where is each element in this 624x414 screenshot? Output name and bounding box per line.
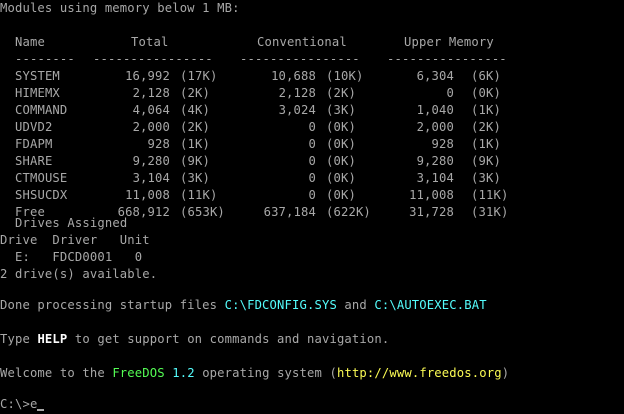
col-header-conventional: Conventional [257, 35, 347, 49]
cell-upper: 31,728 [409, 205, 454, 219]
freedos-url: http://www.freedos.org [336, 366, 502, 380]
cell-total: 2,000 [132, 120, 170, 134]
cell-name: FDAPM [15, 137, 53, 151]
command-prompt[interactable]: C:\>e [0, 396, 45, 413]
help-line: Type HELP to get support on commands and… [0, 332, 390, 346]
cell-conv-k: (2K) [326, 86, 356, 100]
cell-total-k: (4K) [180, 103, 210, 117]
cell-name: SHARE [15, 154, 53, 168]
config-sys-path: C:\FDCONFIG.SYS [224, 298, 337, 312]
cell-upper: 9,280 [416, 154, 454, 168]
cell-name: SYSTEM [15, 69, 60, 83]
dos-console[interactable]: Modules using memory below 1 MB: Name To… [0, 0, 624, 414]
cell-total-k: (11K) [180, 188, 218, 202]
underline-name: -------- [15, 52, 75, 66]
cell-conv: 0 [308, 120, 316, 134]
cell-total: 9,280 [132, 154, 170, 168]
cell-conv-k: (3K) [326, 103, 356, 117]
cell-upper-k: (2K) [471, 120, 501, 134]
prompt-input[interactable]: e [30, 397, 38, 411]
cell-upper-k: (11K) [471, 188, 509, 202]
drives-header: Drive Driver Unit [0, 233, 150, 247]
help-keyword: HELP [37, 332, 68, 346]
drives-available: 2 drive(s) available. [0, 267, 158, 281]
cell-conv-k: (0K) [326, 171, 356, 185]
cell-total-k: (2K) [180, 86, 210, 100]
table-underline-row: -------- ---------------- --------------… [0, 51, 507, 68]
cell-conv: 2,128 [278, 86, 316, 100]
cell-total: 4,064 [132, 103, 170, 117]
cell-name: UDVD2 [15, 120, 53, 134]
table-row: UDVD2 2,000 (2K) 0 (0K) 2,000 (2K) [0, 119, 624, 136]
cell-conv: 3,024 [278, 103, 316, 117]
cell-total-k: (2K) [180, 120, 210, 134]
autoexec-bat-path: C:\AUTOEXEC.BAT [374, 298, 487, 312]
cell-conv: 10,688 [271, 69, 316, 83]
cell-conv-k: (0K) [326, 120, 356, 134]
cell-conv-k: (0K) [326, 188, 356, 202]
cell-total-k: (1K) [180, 137, 210, 151]
underline-total: ---------------- [93, 52, 213, 66]
cell-total-k: (653K) [180, 205, 225, 219]
cell-total: 2,128 [132, 86, 170, 100]
col-header-upper-memory: Upper Memory [404, 35, 494, 49]
table-row: SYSTEM 16,992 (17K) 10,688 (10K) 6,304 (6K) [0, 68, 624, 85]
cell-conv-k: (0K) [326, 154, 356, 168]
cell-conv: 637,184 [263, 205, 316, 219]
freedos-version: 1.2 [172, 366, 195, 380]
cell-upper-k: (6K) [471, 69, 501, 83]
cell-conv: 0 [308, 137, 316, 151]
cell-total: 16,992 [125, 69, 170, 83]
mem-report-title: Modules using memory below 1 MB: [0, 1, 240, 15]
freedos-name: FreeDOS [112, 366, 165, 380]
cell-total-k: (3K) [180, 171, 210, 185]
cell-upper-k: (31K) [471, 205, 509, 219]
cell-upper-k: (3K) [471, 171, 501, 185]
startup-line: Done processing startup files C:\FDCONFI… [0, 298, 487, 312]
cell-conv: 0 [308, 171, 316, 185]
drives-assigned-title: Drives Assigned [15, 216, 128, 230]
underline-upper: ---------------- [387, 52, 507, 66]
prompt-path: C:\> [0, 397, 30, 411]
cell-upper: 3,104 [416, 171, 454, 185]
table-row: FDAPM 928 (1K) 0 (0K) 928 (1K) [0, 136, 624, 153]
table-row: CTMOUSE 3,104 (3K) 0 (0K) 3,104 (3K) [0, 170, 624, 187]
cell-upper-k: (9K) [471, 154, 501, 168]
table-row: SHSUCDX 11,008 (11K) 0 (0K) 11,008 (11K) [0, 187, 624, 204]
table-header-row: Name Total Conventional Upper Memory [0, 34, 494, 51]
cell-conv-k: (10K) [326, 69, 364, 83]
cell-upper-k: (0K) [471, 86, 501, 100]
cell-total: 11,008 [125, 188, 170, 202]
cell-total: 928 [147, 137, 170, 151]
cell-conv: 0 [308, 188, 316, 202]
cell-upper: 0 [446, 86, 454, 100]
table-row: HIMEMX 2,128 (2K) 2,128 (2K) 0 (0K) [0, 85, 624, 102]
cell-upper: 6,304 [416, 69, 454, 83]
cell-name: COMMAND [15, 103, 68, 117]
cell-upper: 1,040 [416, 103, 454, 117]
cell-name: CTMOUSE [15, 171, 68, 185]
underline-conventional: ---------------- [240, 52, 360, 66]
col-header-total: Total [131, 35, 169, 49]
cell-total: 3,104 [132, 171, 170, 185]
cell-upper: 2,000 [416, 120, 454, 134]
welcome-line: Welcome to the FreeDOS 1.2 operating sys… [0, 366, 510, 380]
cell-name: HIMEMX [15, 86, 60, 100]
drive-row: E: FDCD0001 0 [0, 250, 143, 264]
cell-conv: 0 [308, 154, 316, 168]
cell-conv-k: (622K) [326, 205, 371, 219]
cell-upper: 928 [431, 137, 454, 151]
cell-conv-k: (0K) [326, 137, 356, 151]
col-header-name: Name [15, 35, 45, 49]
cell-name: SHSUCDX [15, 188, 68, 202]
table-row: SHARE 9,280 (9K) 0 (0K) 9,280 (9K) [0, 153, 624, 170]
table-row: COMMAND 4,064 (4K) 3,024 (3K) 1,040 (1K) [0, 102, 624, 119]
cell-upper-k: (1K) [471, 103, 501, 117]
cell-upper: 11,008 [409, 188, 454, 202]
cell-upper-k: (1K) [471, 137, 501, 151]
cell-total-k: (9K) [180, 154, 210, 168]
cell-total-k: (17K) [180, 69, 218, 83]
text-cursor [37, 409, 45, 411]
